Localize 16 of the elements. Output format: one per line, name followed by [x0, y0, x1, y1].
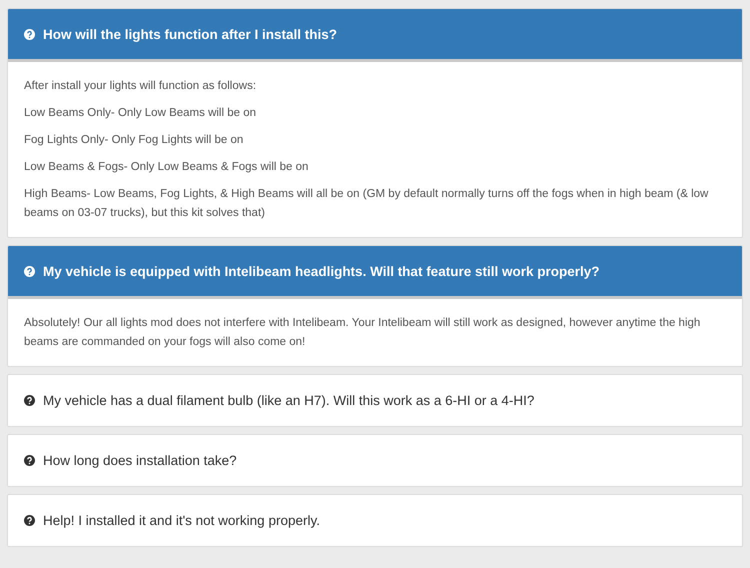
- question-icon: [24, 515, 35, 526]
- answer-text: Fog Lights Only- Only Fog Lights will be on: [24, 133, 244, 148]
- faq-question[interactable]: How will the lights function after I install this?: [8, 9, 742, 62]
- faq-question[interactable]: How long does installation take?: [8, 435, 742, 486]
- faq-question[interactable]: My vehicle has a dual filament bulb (like an H7). Will this work as a 6-HI or a 4-HI?: [8, 375, 742, 426]
- answer-text: After install your lights will function as follows:: [24, 79, 258, 94]
- question-icon: [24, 28, 35, 40]
- question-icon: [24, 266, 35, 276]
- answer-text: High Beams- Low Beams, Fog Lights, & High Beams will all be on (GM by default normally turns off the fogs when in high beam (& low beams on 03-07 trucks), but this kit solves that): [24, 187, 710, 221]
- answer-text: Low Beams Only- Only Low Beams will be on: [24, 106, 258, 121]
- answer-text: Absolutely! Our all lights mod does not interfere with Intelibeam. Your Intelibeam will still work as designed, however anytime the high beams are commanded on your fogs will also come on!: [24, 316, 702, 350]
- faq-question[interactable]: My vehicle is equipped with Intelibeam headlights. Will that feature still work properly?: [8, 246, 742, 299]
- faq-question[interactable]: Help! I installed it and it's not working properly.: [8, 495, 742, 546]
- question-icon: [24, 395, 35, 406]
- answer-text: Low Beams & Fogs- Only Low Beams & Fogs will be on: [24, 160, 310, 175]
- question-icon: [24, 455, 35, 466]
